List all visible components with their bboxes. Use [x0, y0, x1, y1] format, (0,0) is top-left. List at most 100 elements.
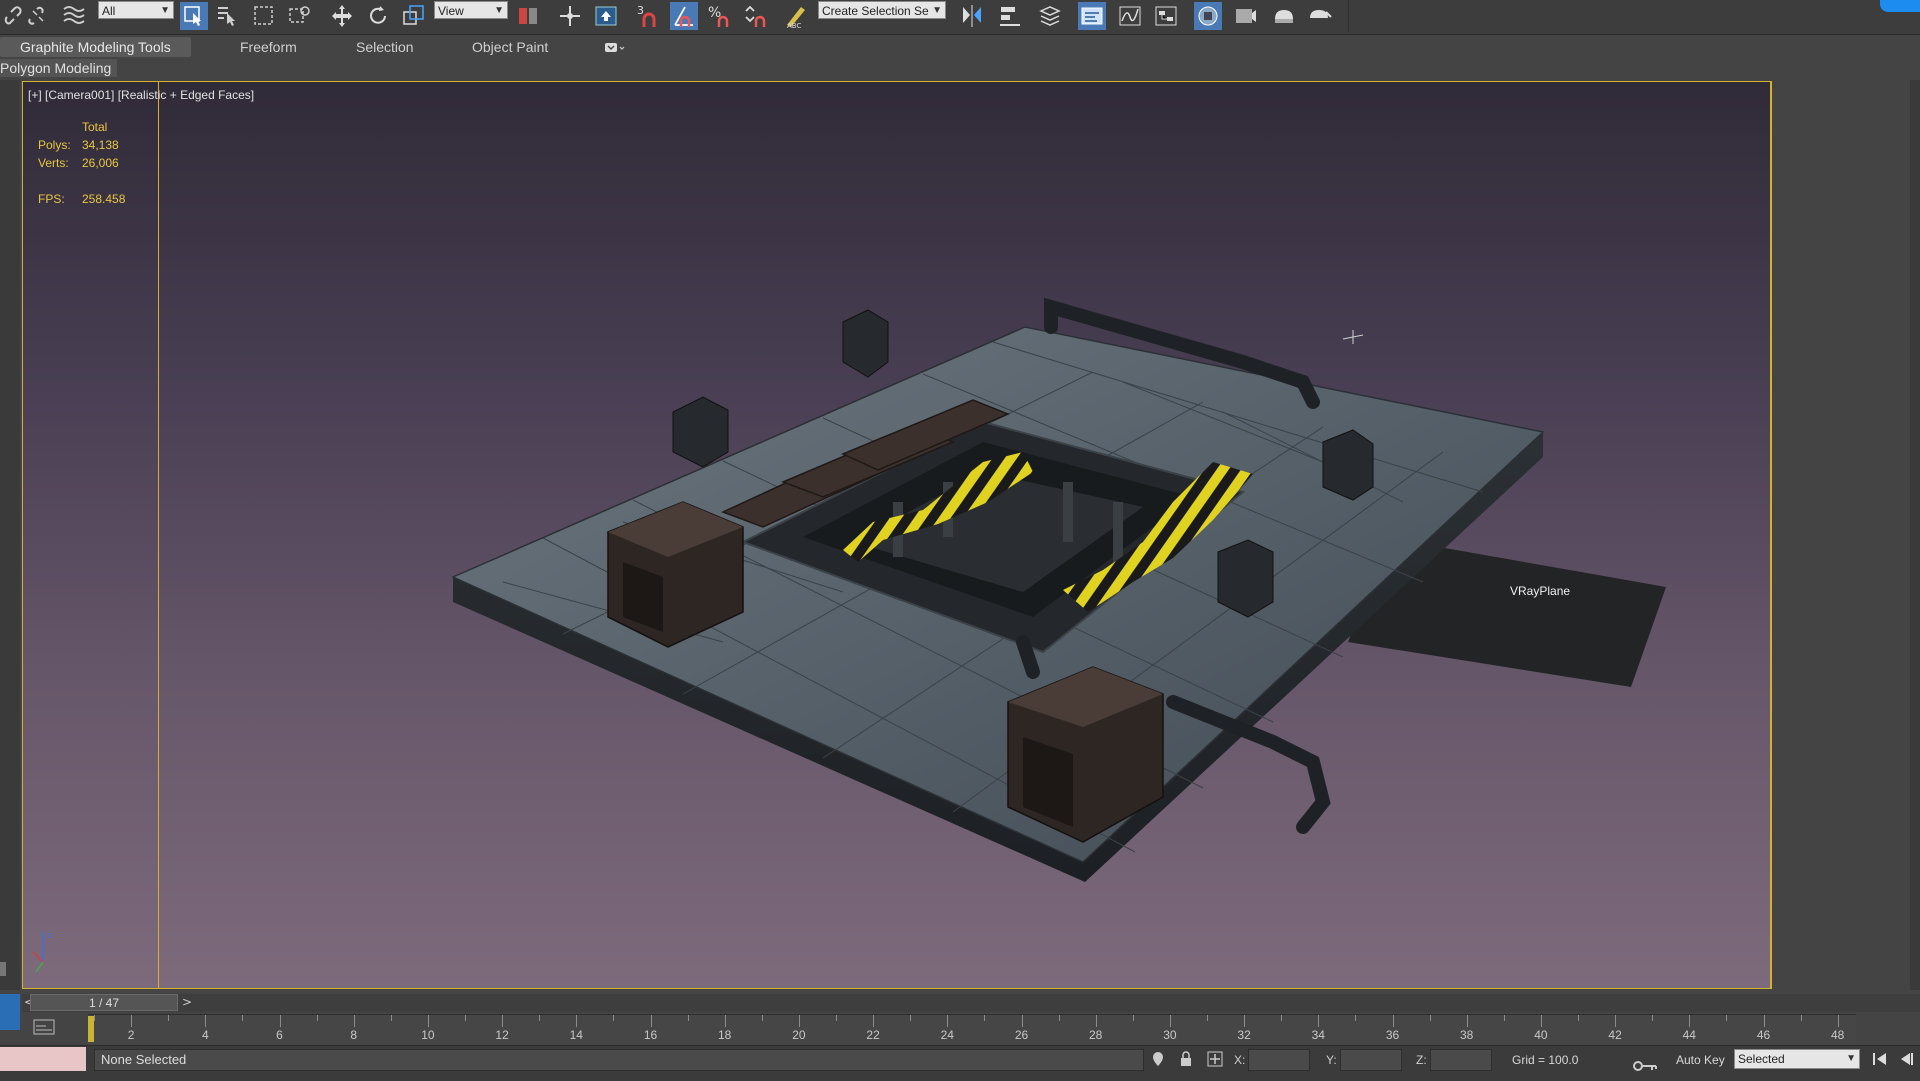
x-coordinate-label: X: [1234, 1053, 1246, 1067]
selection-status: None Selected [94, 1049, 1144, 1071]
keyboard-shortcut-icon[interactable] [592, 2, 620, 30]
angle-snap-icon[interactable] [670, 2, 698, 30]
track-bar-tick [353, 1015, 355, 1027]
curve-editor-icon[interactable] [1116, 2, 1144, 30]
layer-manager-icon[interactable] [1036, 2, 1064, 30]
track-bar-label: 12 [495, 1028, 509, 1042]
time-next-button[interactable]: > [182, 995, 192, 1009]
track-bar-tick [1169, 1015, 1171, 1027]
safe-frame-right [1770, 81, 1907, 989]
unlink-icon[interactable] [24, 2, 52, 30]
select-by-name-icon[interactable] [214, 2, 242, 30]
manipulate-icon[interactable] [556, 2, 584, 30]
track-bar-label: 40 [1534, 1028, 1548, 1042]
track-bar-label: 36 [1385, 1028, 1400, 1042]
named-selection-value: Create Selection Se [822, 4, 929, 18]
time-slider-track[interactable] [22, 994, 1920, 1012]
track-bar-tick [1132, 1015, 1134, 1021]
track-bar-tick [1837, 1015, 1839, 1027]
track-bar-label: 24 [940, 1028, 954, 1042]
mirror-icon[interactable] [958, 2, 986, 30]
scene-explorer-icon[interactable] [1078, 2, 1106, 30]
track-bar-tick [94, 1015, 95, 1021]
track-bar-tick [1800, 1015, 1802, 1021]
render-production-icon[interactable] [1306, 2, 1334, 30]
track-bar-tick [1095, 1015, 1097, 1027]
stats-polys-label: Polys: [38, 138, 71, 152]
selection-filter-dropdown[interactable]: All ▼ [98, 1, 174, 19]
pivot-icon[interactable] [514, 2, 542, 30]
track-bar-tick [1429, 1015, 1431, 1021]
bind-space-warp-icon[interactable] [60, 2, 88, 30]
track-bar-tick [650, 1015, 652, 1027]
viewport-camera001[interactable]: z [22, 81, 1772, 989]
select-object-icon[interactable] [180, 2, 208, 30]
time-slider-thumb[interactable]: 1 / 47 [30, 994, 178, 1011]
track-bar-tick [390, 1015, 392, 1021]
panel-polygon-modeling[interactable]: Polygon Modeling [0, 59, 118, 77]
tab-freeform[interactable]: Freeform [240, 37, 297, 57]
track-bar-label: 26 [1014, 1028, 1029, 1042]
edit-named-selection-icon[interactable]: ABC [782, 2, 810, 30]
ribbon-options-icon[interactable] [604, 40, 626, 54]
lock-selection-icon[interactable] [1178, 1050, 1194, 1068]
track-bar-tick [131, 1015, 133, 1027]
tab-object-paint[interactable]: Object Paint [472, 37, 548, 57]
y-coordinate-field[interactable] [1340, 1049, 1402, 1071]
viewport-label-menu[interactable]: [+] [Camera001] [Realistic + Edged Faces… [28, 88, 254, 102]
tab-selection[interactable]: Selection [356, 37, 414, 57]
rectangular-selection-icon[interactable] [250, 2, 278, 30]
track-bar-label: 10 [421, 1028, 435, 1042]
spinner-snap-icon[interactable] [742, 2, 770, 30]
stats-fps-value: 258.458 [82, 192, 126, 206]
isolate-selection-icon[interactable] [1150, 1050, 1166, 1068]
track-bar-tick [576, 1015, 578, 1027]
account-badge[interactable] [1880, 0, 1920, 12]
track-bar-tick [1058, 1015, 1060, 1021]
maxscript-listener-mini[interactable] [0, 1047, 86, 1071]
y-coordinate-label: Y: [1326, 1053, 1337, 1067]
track-bar-tick [1615, 1015, 1617, 1027]
left-strip-handle[interactable] [0, 962, 6, 976]
auto-key-button[interactable]: Auto Key [1676, 1053, 1725, 1067]
render-setup-icon[interactable] [1232, 2, 1260, 30]
z-coordinate-field[interactable] [1430, 1049, 1492, 1071]
x-coordinate-field[interactable] [1248, 1049, 1310, 1071]
align-icon[interactable] [996, 2, 1024, 30]
track-bar-label: 44 [1682, 1028, 1696, 1042]
track-bar-tick [687, 1015, 689, 1021]
track-bar-label: 6 [276, 1028, 283, 1042]
track-bar-tick [724, 1015, 726, 1027]
track-bar-label: 16 [643, 1028, 658, 1042]
key-filter-dropdown[interactable]: Selected ▼ [1734, 1049, 1860, 1069]
stats-verts-label: Verts: [38, 156, 69, 170]
rendered-frame-icon[interactable] [1270, 2, 1298, 30]
set-key-icon[interactable] [1632, 1058, 1660, 1074]
scene-render: z [32, 297, 1666, 973]
tab-graphite-modeling-tools[interactable]: Graphite Modeling Tools [0, 37, 191, 57]
reference-coordinate-value: View [438, 4, 464, 18]
go-to-start-icon[interactable] [1870, 1050, 1890, 1068]
material-editor-icon[interactable] [1194, 2, 1222, 30]
named-selection-sets-dropdown[interactable]: Create Selection Se ▼ [818, 1, 946, 19]
previous-frame-icon[interactable] [1896, 1050, 1916, 1068]
grid-spacing: Grid = 100.0 [1512, 1053, 1579, 1067]
track-bar-tick [1726, 1015, 1728, 1021]
track-bar-label: 20 [792, 1028, 806, 1042]
track-bar-tick [1207, 1015, 1208, 1021]
absolute-mode-transform-icon[interactable] [1206, 1050, 1224, 1068]
reference-coordinate-dropdown[interactable]: View ▼ [434, 1, 508, 19]
track-bar-label: 2 [127, 1028, 135, 1042]
scale-icon[interactable] [400, 2, 428, 30]
percent-snap-icon[interactable]: % [706, 2, 734, 30]
snap-toggle-icon[interactable]: 3 [634, 2, 662, 30]
window-crossing-icon[interactable] [286, 2, 314, 30]
left-command-strip [0, 80, 20, 990]
time-configuration-button[interactable] [0, 994, 20, 1030]
track-bar-label: 38 [1460, 1028, 1474, 1042]
rotate-icon[interactable] [364, 2, 392, 30]
mini-curve-editor-icon[interactable] [30, 1016, 60, 1040]
move-icon[interactable] [328, 2, 356, 30]
track-bar-label: 14 [569, 1028, 583, 1042]
schematic-view-icon[interactable] [1152, 2, 1180, 30]
